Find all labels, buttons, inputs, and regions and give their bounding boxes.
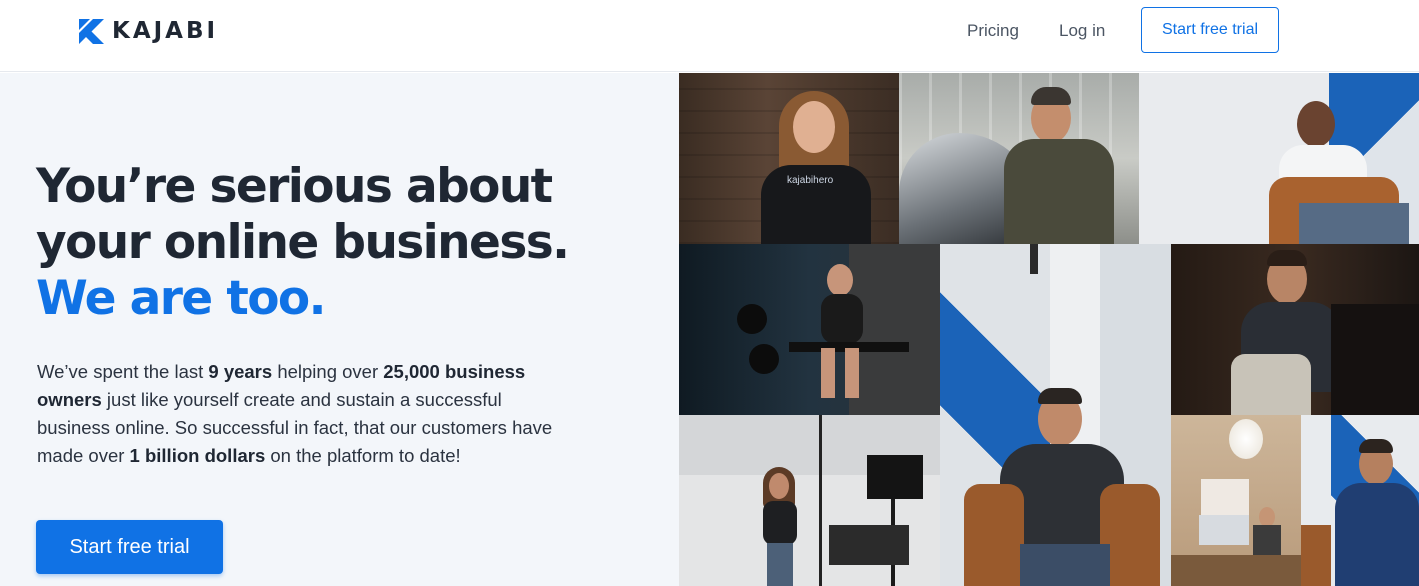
brand-name: KAJABI	[112, 18, 219, 44]
headline-line-2: your online business.	[36, 215, 570, 270]
body-text-segment: on the platform to date!	[265, 445, 461, 466]
photo-woman-in-gym	[679, 244, 940, 415]
kajabi-logo[interactable]: KAJABI	[79, 18, 218, 44]
kajabi-logo-icon	[79, 18, 104, 44]
photo-man-glasses-speaking	[940, 244, 1171, 586]
body-bold-revenue: 1 billion dollars	[129, 445, 266, 466]
body-text-segment: helping over	[272, 361, 384, 382]
body-text-segment: We’ve spent the last	[37, 361, 209, 382]
site-header: KAJABI Pricing Log in Start free trial	[0, 0, 1419, 72]
photo-man-blue-shirt	[1301, 415, 1419, 586]
nav-login-link[interactable]: Log in	[1059, 20, 1105, 42]
photo-man-dark-shirt	[1171, 244, 1419, 415]
nav-pricing-link[interactable]: Pricing	[967, 20, 1019, 42]
headline-line-1: You’re serious about	[36, 159, 553, 214]
body-bold-years: 9 years	[208, 361, 273, 382]
photo-woman-office-desk	[1171, 415, 1301, 586]
kajabi-hero-shirt-text: kajabihero	[787, 175, 834, 186]
photo-woman-in-studio	[679, 415, 940, 586]
hero-section: You’re serious about your online busines…	[0, 73, 679, 586]
headline-accent: We are too.	[36, 271, 326, 326]
photo-man-in-chair-white-shirt	[1139, 73, 1419, 244]
hero-headline: You’re serious about your online busines…	[36, 159, 656, 327]
photo-woman-kajabi-hero-shirt: kajabihero	[679, 73, 899, 244]
photo-man-on-motorcycle	[899, 73, 1139, 244]
header-start-trial-button[interactable]: Start free trial	[1141, 7, 1279, 53]
hero-start-trial-button[interactable]: Start free trial	[36, 520, 223, 574]
customer-photo-collage: kajabihero	[679, 73, 1419, 586]
hero-body-text: We’ve spent the last 9 years helping ove…	[37, 358, 567, 470]
